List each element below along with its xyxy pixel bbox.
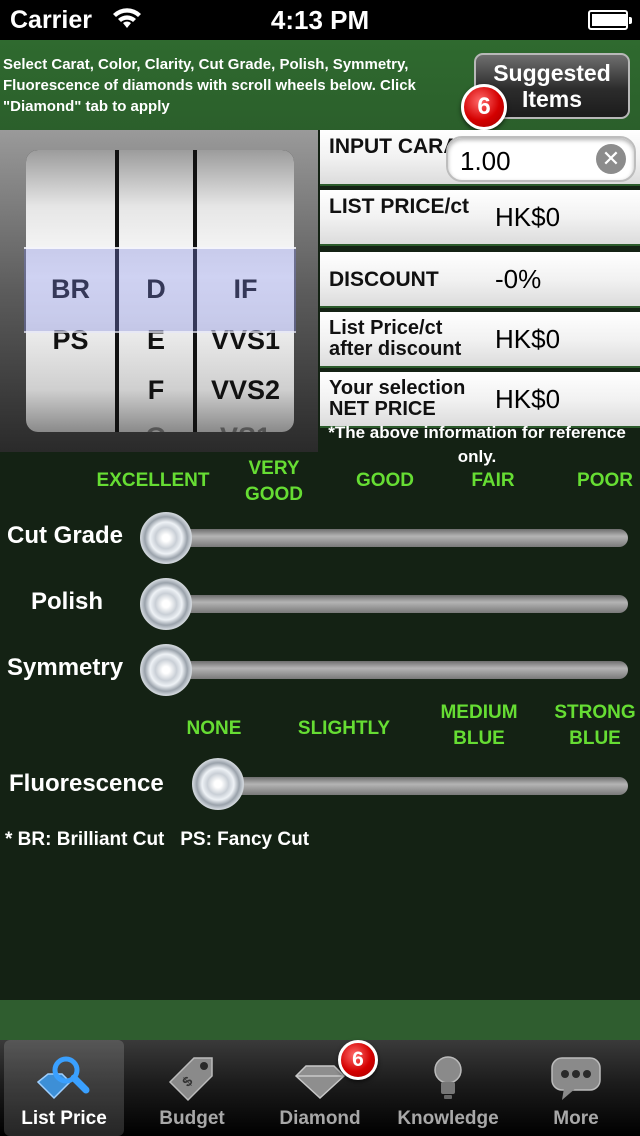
grade-label-poor: POOR — [577, 470, 633, 491]
cut-footnote: * BR: Brilliant Cut PS: Fancy Cut — [5, 829, 310, 850]
net-price-row: Your selection NET PRICE HK$0 — [320, 372, 640, 428]
fluorescence-label-none: NONE — [186, 718, 242, 739]
tab-knowledge[interactable]: Knowledge — [384, 1040, 512, 1136]
discount-value: -0% — [495, 264, 542, 294]
tab-list-price[interactable]: List Price — [4, 1040, 124, 1136]
symmetry-label: Symmetry — [7, 654, 124, 681]
battery-icon — [588, 10, 632, 30]
suggested-items-badge: 6 — [461, 84, 507, 130]
after-discount-value: HK$0 — [495, 324, 561, 354]
cut-grade-slider[interactable] — [164, 529, 628, 547]
list-price-label: LIST PRICE/ct — [329, 195, 470, 218]
tab-label: More — [553, 1108, 599, 1129]
status-bar: Carrier 4:13 PM — [0, 0, 640, 40]
fluorescence-label-medium-blue: MEDIUM BLUE — [440, 702, 518, 749]
fluorescence-label-strong-blue: STRONG BLUE — [554, 702, 636, 749]
polish-slider[interactable] — [164, 595, 628, 613]
net-price-value: HK$0 — [495, 384, 561, 414]
picker-selection-indicator — [24, 247, 296, 333]
app-screen: Carrier 4:13 PM Select Carat, Color, Cla… — [0, 0, 640, 1136]
wheel-item[interactable]: VVS2 — [197, 375, 294, 406]
grade-label-fair: FAIR — [471, 470, 515, 491]
wheel-item[interactable]: G — [119, 422, 193, 432]
magnifier-diamond-icon — [36, 1056, 90, 1100]
cut-grade-label: Cut Grade — [7, 522, 124, 549]
grade-label-very-good: VERY GOOD — [244, 458, 304, 505]
symmetry-diamond-knob-icon[interactable] — [140, 644, 192, 696]
after-discount-label: List Price/ct after discount — [329, 317, 462, 360]
list-price-value: HK$0 — [495, 202, 561, 232]
fluorescence-label: Fluorescence — [9, 770, 164, 797]
carat-value: 1.00 — [460, 146, 511, 176]
tab-budget[interactable]: $ Budget — [128, 1040, 256, 1136]
polish-label: Polish — [31, 588, 104, 615]
tab-label: Budget — [159, 1108, 225, 1129]
carat-input[interactable]: 1.00 ✕ — [446, 136, 636, 182]
tab-label: Knowledge — [397, 1108, 499, 1129]
tab-label: List Price — [21, 1108, 107, 1129]
discount-row: DISCOUNT -0% — [320, 252, 640, 308]
tab-label: Diamond — [279, 1108, 361, 1129]
reference-note: *The above information for reference onl… — [328, 423, 626, 466]
lightbulb-icon — [434, 1056, 462, 1099]
grade-label-excellent: EXCELLENT — [96, 470, 210, 491]
fluorescence-diamond-knob-icon[interactable] — [192, 758, 244, 810]
net-price-label: Your selection NET PRICE — [329, 377, 466, 420]
list-price-row: LIST PRICE/ct HK$0 — [320, 190, 640, 246]
instructions-text: Select Carat, Color, Clarity, Cut Grade,… — [3, 56, 416, 115]
wheel-item[interactable]: F — [119, 375, 193, 406]
clear-icon[interactable]: ✕ — [596, 144, 626, 174]
wheel-item[interactable]: VS1 — [197, 422, 294, 432]
cut-grade-diamond-knob-icon[interactable] — [140, 512, 192, 564]
diamond-tab-badge: 6 — [338, 1040, 378, 1080]
fluorescence-slider[interactable] — [216, 777, 628, 795]
polish-diamond-knob-icon[interactable] — [140, 578, 192, 630]
symmetry-slider[interactable] — [164, 661, 628, 679]
speech-bubble-icon — [551, 1057, 601, 1100]
discount-label: DISCOUNT — [329, 268, 439, 291]
grade-label-good: GOOD — [355, 470, 415, 491]
after-discount-row: List Price/ct after discount HK$0 — [320, 312, 640, 368]
suggested-items-label: Suggested Items — [493, 60, 611, 112]
price-tag-icon: $ — [168, 1057, 213, 1102]
tab-bar: List Price $ Budget Diamond 6 Knowledge … — [0, 1040, 640, 1136]
fluorescence-label-slightly: SLIGHTLY — [297, 718, 391, 739]
clock-label: 4:13 PM — [270, 5, 370, 35]
bottom-strip — [0, 1000, 640, 1040]
tab-more[interactable]: More — [512, 1040, 640, 1136]
